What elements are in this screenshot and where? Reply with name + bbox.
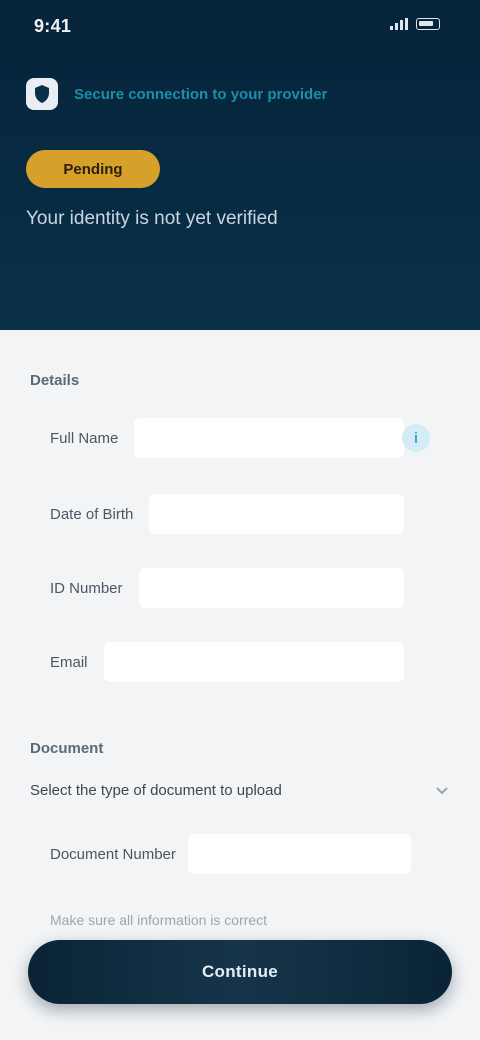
field-id-number: ID Number <box>50 566 450 610</box>
field-label: Email <box>50 653 88 671</box>
field-document-number: Document Number <box>50 832 411 876</box>
status-badge: Pending <box>26 150 160 188</box>
field-label: Document Number <box>50 845 176 863</box>
shield-icon <box>26 78 58 110</box>
email-input[interactable] <box>103 642 404 682</box>
signal-icon <box>390 18 408 30</box>
status-icons <box>390 18 440 30</box>
document-number-input[interactable] <box>187 834 411 874</box>
document-type-dropdown[interactable]: Select the type of document to upload <box>30 770 450 810</box>
section-title-document: Document <box>30 740 104 757</box>
info-icon[interactable]: i <box>402 424 430 452</box>
full-name-input[interactable] <box>134 418 404 458</box>
field-full-name: Full Name i <box>50 416 450 460</box>
status-time: 9:41 <box>34 16 72 36</box>
field-label: Date of Birth <box>50 505 134 523</box>
form-content: Details Full Name i Date of Birth ID Num… <box>0 330 480 1040</box>
field-email: Email <box>50 640 450 684</box>
continue-button[interactable]: Continue <box>28 940 452 1004</box>
field-label: ID Number <box>50 579 123 597</box>
header-tagline: Secure connection to your provider <box>74 85 328 103</box>
chevron-down-icon <box>436 787 448 795</box>
section-title-details: Details <box>30 372 80 389</box>
hint-text: Make sure all information is correct <box>50 912 268 928</box>
header: 9:41 Secure connection to your provider … <box>0 0 480 330</box>
field-date-of-birth: Date of Birth <box>50 492 450 536</box>
id-number-input[interactable] <box>138 568 404 608</box>
header-message: Your identity is not yet verified <box>26 208 278 229</box>
status-bar: 9:41 <box>0 0 480 56</box>
dropdown-value: Select the type of document to upload <box>30 781 282 799</box>
date-of-birth-input[interactable] <box>149 494 404 534</box>
battery-icon <box>416 18 440 30</box>
field-label: Full Name <box>50 429 119 447</box>
logo-row: Secure connection to your provider <box>26 78 456 110</box>
